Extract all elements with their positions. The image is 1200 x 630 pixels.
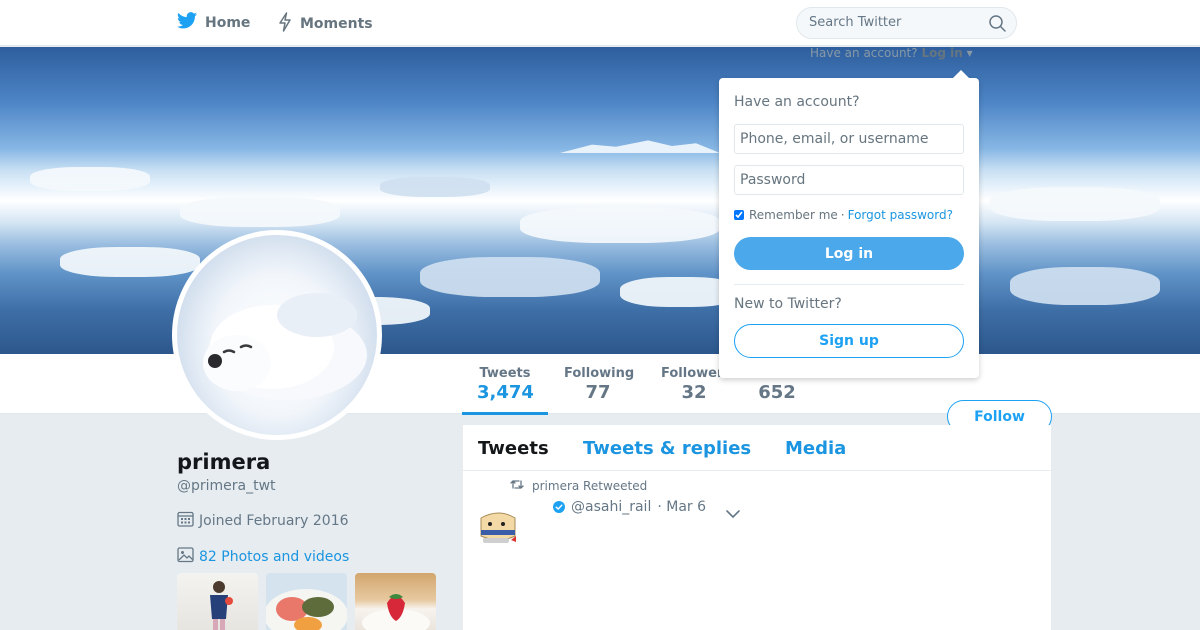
banner-mountains [560,140,720,153]
login-hint[interactable]: Have an account? Log in ▾ [810,46,973,60]
nav-home[interactable]: Home [177,12,250,33]
search-box [796,7,1017,39]
divider [734,284,964,285]
profile-name[interactable]: primera [177,450,270,474]
login-hint-prompt: Have an account? [810,46,918,60]
username-field[interactable] [734,124,964,154]
signup-button[interactable]: Sign up [734,324,964,358]
login-dropdown-title: Have an account? [734,94,860,110]
media-thumbnail[interactable] [266,573,347,630]
tab-media[interactable]: Media [785,438,846,459]
profile-joined-text: Joined February 2016 [199,512,349,529]
timeline-tabs: Tweets Tweets & replies Media [463,425,1051,471]
profile-joined: Joined February 2016 [177,510,349,531]
search-icon[interactable] [989,15,1006,36]
banner-ice-floe [520,207,720,243]
image-icon [177,546,194,567]
retweet-icon [510,479,524,493]
stat-tweets-value: 3,474 [477,382,534,403]
login-hint-link[interactable]: Log in [921,46,962,60]
stat-tweets-label: Tweets [479,366,531,381]
nav-home-label: Home [205,14,251,31]
chevron-down-icon: ▾ [966,46,973,60]
tweet-date[interactable]: · Mar 6 [657,499,706,515]
search-input[interactable] [809,15,979,30]
profile-handle: @primera_twt [177,478,276,494]
banner-ice-floe [60,247,200,277]
new-to-twitter-text: New to Twitter? [734,296,842,312]
twitter-bird-icon [177,12,197,33]
top-navigation: Home Moments [0,0,1200,46]
tab-tweets[interactable]: Tweets [478,438,549,459]
media-thumbnail[interactable] [355,573,436,630]
stat-followers[interactable]: Followers 32 [661,366,732,403]
nav-moments[interactable]: Moments [278,12,373,36]
lightning-icon [278,12,292,36]
password-field[interactable] [734,165,964,195]
stat-followers-value: 32 [681,382,707,403]
banner-ice-floe [1010,267,1160,305]
retweet-context-text[interactable]: primera Retweeted [532,479,647,493]
photos-and-videos-label: 82 Photos and videos [199,548,350,565]
tweet-author-handle[interactable]: @asahi_rail [571,499,651,515]
tweet-header: @asahi_rail · Mar 6 [553,499,706,515]
banner-ice-floe [180,197,340,227]
banner-ice-floe [380,177,490,197]
forgot-password-link[interactable]: Forgot password? [848,208,953,222]
tweet-avatar[interactable] [475,502,523,550]
dessert-photo [362,594,430,630]
separator-dot: · [840,208,845,222]
banner-ice-floe [30,167,150,191]
retweet-context: primera Retweeted [510,479,647,493]
banner-ice-floe [990,187,1160,221]
login-dropdown: Have an account? Remember me · Forgot pa… [719,70,979,378]
stat-tweets[interactable]: Tweets 3,474 [462,366,548,415]
stat-following[interactable]: Following 77 [564,366,635,403]
stat-following-value: 77 [585,382,611,403]
food-photo [266,573,347,630]
chevron-down-icon[interactable] [726,504,740,523]
remember-me-label[interactable]: Remember me [749,208,838,222]
media-thumbnail[interactable] [177,573,258,630]
login-button[interactable]: Log in [734,237,964,270]
banner-ice-floe [420,257,600,297]
seal-illustration [203,293,367,400]
timeline: Tweets Tweets & replies Media primera Re… [463,425,1051,630]
remember-me-checkbox[interactable] [734,210,744,220]
calendar-icon [177,510,194,531]
remember-me-row: Remember me · Forgot password? [734,208,953,222]
tab-tweets-and-replies[interactable]: Tweets & replies [583,438,751,459]
stat-likes-value: 652 [758,382,796,403]
nav-moments-label: Moments [300,16,373,32]
train-mascot-avatar [475,502,523,550]
person-photo [210,581,233,630]
verified-badge-icon [553,501,565,513]
photos-and-videos-link[interactable]: 82 Photos and videos [177,546,349,567]
profile-avatar[interactable] [172,230,382,440]
stat-following-label: Following [564,366,635,381]
stat-followers-label: Followers [661,366,732,381]
